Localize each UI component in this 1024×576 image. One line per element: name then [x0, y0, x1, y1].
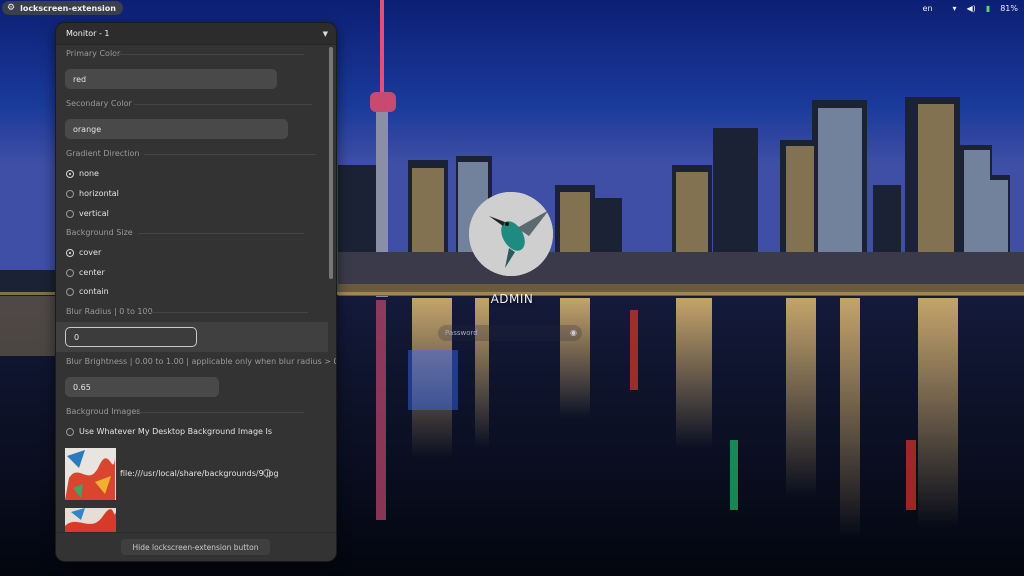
size-option-label: contain: [79, 287, 109, 296]
status-area[interactable]: en ▾ ◀) ▮ 81%: [923, 3, 1018, 14]
radio-icon: [66, 189, 74, 198]
hide-extension-button[interactable]: Hide lockscreen-extension button: [121, 539, 270, 555]
gradient-option-label: vertical: [79, 209, 109, 218]
language-indicator[interactable]: en: [923, 3, 933, 14]
size-option-label: cover: [79, 248, 102, 257]
radio-icon: [66, 209, 74, 218]
settings-scroll-area[interactable]: Primary Color red Secondary Color orange…: [56, 45, 336, 532]
lockscreen-extension-button[interactable]: ⚙ lockscreen-extension: [2, 1, 123, 15]
gradient-option-none[interactable]: none: [66, 169, 99, 178]
gradient-option-vertical[interactable]: vertical: [66, 209, 109, 218]
blur-radius-label: Blur Radius | 0 to 100: [66, 307, 153, 316]
top-bar: ⚙ lockscreen-extension en ▾ ◀) ▮ 81%: [0, 0, 1024, 17]
radio-selected-icon: [66, 169, 74, 178]
primary-color-input[interactable]: red: [65, 69, 277, 89]
size-option-center[interactable]: center: [66, 268, 105, 277]
background-images-label: Backgroud Images: [66, 407, 141, 416]
divider: [144, 312, 308, 313]
radio-icon: [66, 287, 74, 296]
eye-icon[interactable]: ◉: [570, 328, 577, 337]
divider: [144, 154, 316, 155]
wifi-icon: ▾: [952, 4, 957, 13]
background-size-label: Background Size: [66, 228, 133, 237]
use-desktop-background-label: Use Whatever My Desktop Background Image…: [79, 427, 273, 436]
radio-selected-icon: [66, 248, 74, 257]
lockscreen-extension-panel: Monitor - 1 ▼ Primary Color red Secondar…: [56, 23, 336, 561]
size-option-cover[interactable]: cover: [66, 248, 101, 257]
divider: [138, 233, 304, 234]
blur-brightness-input[interactable]: 0.65: [65, 377, 219, 397]
gear-icon: ⚙: [7, 2, 16, 13]
password-placeholder: Password: [445, 329, 478, 337]
gradient-direction-label: Gradient Direction: [66, 149, 140, 158]
size-option-label: center: [79, 268, 105, 277]
secondary-color-label: Secondary Color: [66, 99, 132, 108]
gradient-option-horizontal[interactable]: horizontal: [66, 189, 119, 198]
chevron-down-icon: ▼: [322, 29, 328, 38]
password-field[interactable]: Password ◉: [438, 325, 582, 341]
background-image-radio[interactable]: [263, 469, 271, 477]
background-image-path: file:///usr/local/share/backgrounds/9.jp…: [120, 469, 279, 478]
size-option-contain[interactable]: contain: [66, 287, 109, 296]
radio-icon: [66, 427, 74, 436]
divider: [116, 54, 304, 55]
battery-percent: 81%: [1000, 4, 1018, 13]
secondary-color-input[interactable]: orange: [65, 119, 288, 139]
username: ADMIN: [490, 292, 534, 306]
radio-icon: [263, 469, 271, 477]
primary-color-label: Primary Color: [66, 49, 121, 58]
gradient-option-label: none: [79, 169, 99, 178]
gradient-option-label: horizontal: [79, 189, 119, 198]
use-desktop-background-option[interactable]: Use Whatever My Desktop Background Image…: [66, 427, 272, 436]
settings-scrollbar[interactable]: [329, 47, 333, 279]
radio-icon: [66, 268, 74, 277]
hummingbird-image: [469, 192, 553, 276]
extension-label: lockscreen-extension: [20, 3, 116, 13]
speaker-icon: ◀): [966, 4, 976, 13]
blur-brightness-label: Blur Brightness | 0.00 to 1.00 | applica…: [66, 357, 336, 366]
background-thumbnail[interactable]: [65, 508, 116, 532]
battery-icon: ▮: [985, 4, 991, 13]
monitor-label: Monitor - 1: [66, 29, 110, 38]
monitor-selector[interactable]: Monitor - 1 ▼: [56, 23, 336, 45]
divider: [134, 104, 312, 105]
divider: [134, 412, 304, 413]
user-avatar: [469, 192, 553, 276]
blur-radius-input[interactable]: 0: [65, 327, 197, 347]
panel-footer: Hide lockscreen-extension button: [56, 532, 336, 561]
background-thumbnail[interactable]: [65, 448, 116, 500]
